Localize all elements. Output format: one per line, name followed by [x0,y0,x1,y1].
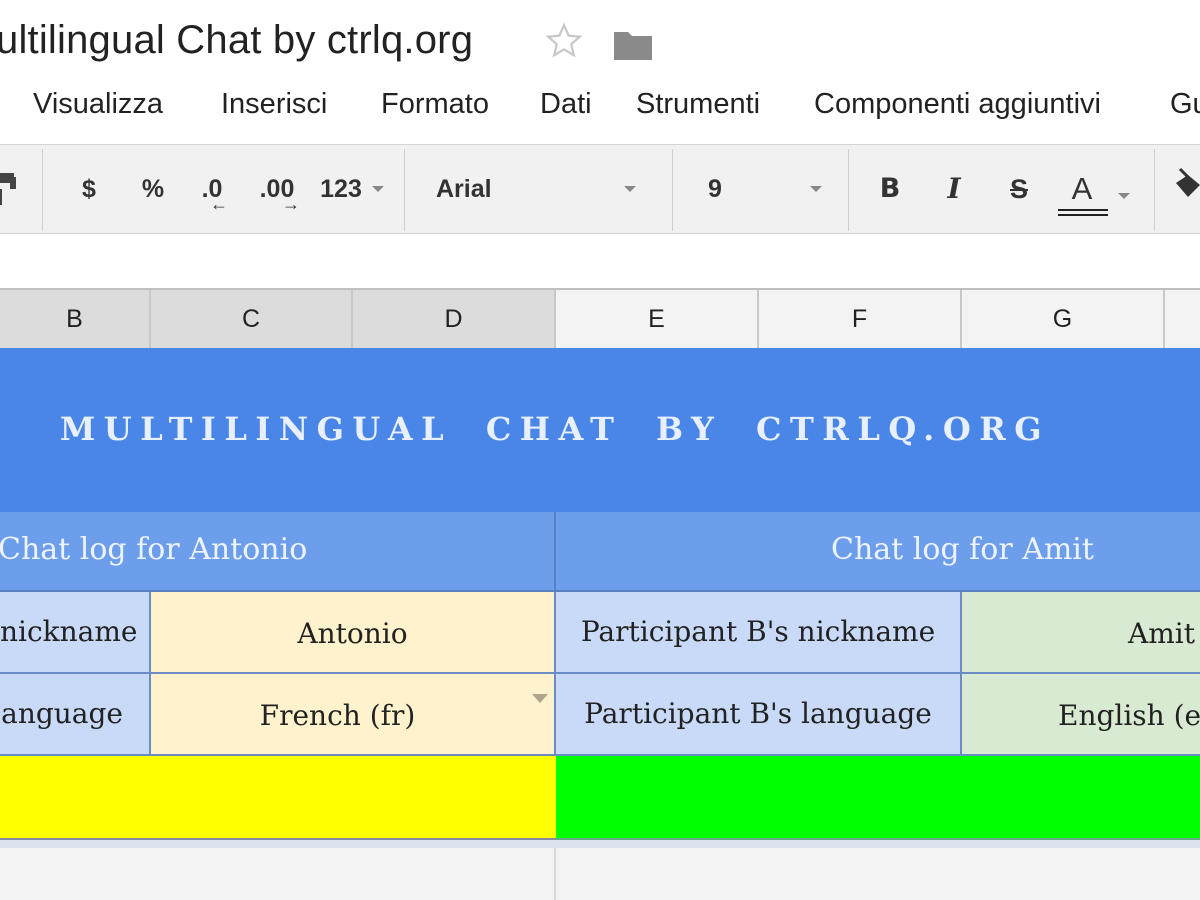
more-formats-caret-icon [372,186,384,192]
column-header-row: B C D E F G [0,288,1200,348]
banner-title: MULTILINGUAL CHAT BY CTRLQ.ORG [59,410,1051,448]
right-log-title: Chat log for Amit [831,532,1094,567]
strikethrough-button[interactable]: S [1004,167,1034,211]
italic-button[interactable]: I [940,167,968,211]
column-header-f[interactable]: F [759,290,962,348]
column-header-h[interactable] [1165,290,1200,348]
more-formats-button[interactable]: 123 [316,167,366,211]
left-language-select[interactable]: French (fr) [151,674,556,756]
toolbar-separator [42,149,43,231]
increase-decimals-button[interactable]: .00 → [254,167,300,214]
right-nickname-label[interactable]: Participant B's nickname [556,592,962,674]
left-nickname-value[interactable]: Antonio [151,592,556,674]
toolbar-separator [404,149,405,231]
left-nickname-label[interactable]: nickname [0,592,151,674]
menu-componenti-aggiuntivi[interactable]: Componenti aggiuntivi [814,84,1101,124]
right-log-header[interactable]: Chat log for Amit [556,512,1200,592]
folder-icon[interactable] [612,28,654,62]
toolbar: $ % .0 ← .00 → 123 Arial 9 B I S A [0,144,1200,234]
left-log-title: Chat log for Antonio [0,532,308,567]
banner-cell[interactable]: MULTILINGUAL CHAT BY CTRLQ.ORG [0,348,1200,512]
right-language-label[interactable]: Participant B's language [556,674,962,756]
text-color-caret-icon [1118,193,1130,199]
text-color-button[interactable]: A [1058,167,1108,216]
column-header-d[interactable]: D [353,290,556,348]
text-color-label: A [1071,171,1093,206]
column-header-e[interactable]: E [556,290,759,348]
menu-bar: Visualizza Inserisci Formato Dati Strume… [0,84,1200,124]
right-nickname-value[interactable]: Amit [962,592,1200,674]
right-language-select[interactable]: English (e [962,674,1200,756]
dropdown-caret-icon[interactable] [532,694,548,703]
menu-strumenti[interactable]: Strumenti [636,84,760,124]
column-header-b[interactable]: B [0,290,151,348]
text-color-underline [1058,209,1108,211]
fill-color-icon[interactable] [1174,167,1200,207]
column-header-c[interactable]: C [151,290,353,348]
left-language-label[interactable]: anguage [0,674,151,756]
column-header-g[interactable]: G [962,290,1165,348]
menu-inserisci[interactable]: Inserisci [221,84,327,124]
column-gridline [554,848,556,900]
currency-format-button[interactable]: $ [76,167,102,211]
toolbar-separator [848,149,849,231]
document-title[interactable]: ultilingual Chat by ctrlq.org [0,18,473,63]
left-log-header[interactable]: Chat log for Antonio [0,512,556,592]
empty-row[interactable] [0,840,1200,900]
percent-format-button[interactable]: % [138,167,168,211]
toolbar-separator [672,149,673,231]
font-family-select[interactable]: Arial [436,167,636,211]
decrease-decimals-button[interactable]: .0 ← [196,167,228,214]
menu-visualizza[interactable]: Visualizza [33,84,163,124]
menu-formato[interactable]: Formato [381,84,489,124]
bold-button[interactable]: B [876,167,904,211]
star-icon[interactable] [545,22,583,60]
menu-dati[interactable]: Dati [540,84,592,124]
paint-format-icon[interactable] [0,169,20,209]
left-highlight-row[interactable] [0,756,556,840]
font-family-caret-icon [624,186,636,192]
text-color-underline [1058,214,1108,216]
right-highlight-row[interactable] [556,756,1200,840]
toolbar-separator [1154,149,1155,231]
menu-guida[interactable]: Gu [1170,84,1200,124]
arrow-left-icon: ← [210,194,228,214]
arrow-right-icon: → [282,194,300,214]
font-size-caret-icon [810,186,822,192]
